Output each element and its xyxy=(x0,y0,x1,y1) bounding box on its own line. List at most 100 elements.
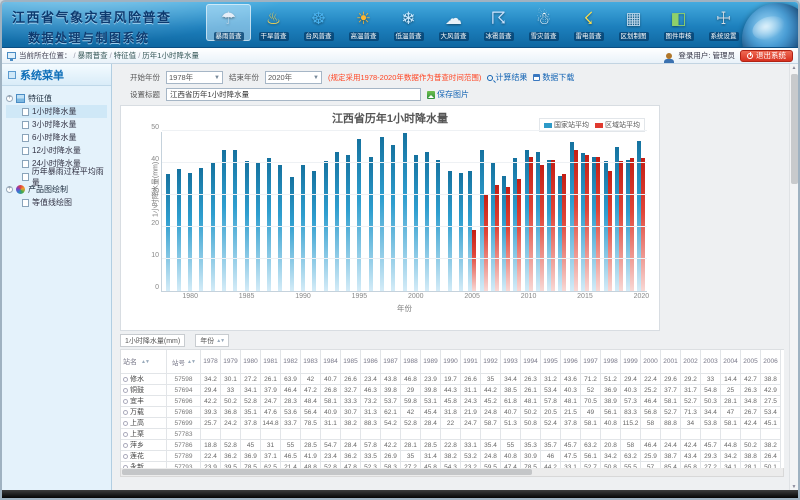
file-icon xyxy=(22,147,29,155)
sidebar-item[interactable]: 等值线绘图 xyxy=(6,196,107,209)
year-column-header: 1995 xyxy=(541,350,561,374)
sidebar-item[interactable]: 6小时降水量 xyxy=(6,131,107,144)
value-cell: 59.8 xyxy=(401,396,421,407)
year-column-header: 1996 xyxy=(561,350,581,374)
value-cell: 56.1 xyxy=(581,451,601,462)
breadcrumb-item[interactable]: 历年1小时降水量 xyxy=(142,51,199,60)
bar-regional-2007 xyxy=(495,185,499,291)
save-image-label: 保存图片 xyxy=(437,89,469,100)
bar-group-2018 xyxy=(613,132,624,291)
value-cell xyxy=(241,429,261,440)
row-radio-button[interactable] xyxy=(123,377,128,382)
breadcrumb-item[interactable]: 暴雨普查 xyxy=(78,51,108,60)
tree-group-0[interactable]: +特征值 xyxy=(6,92,107,105)
location-icon xyxy=(7,52,16,59)
row-radio-button[interactable] xyxy=(123,388,128,393)
toolbar-item-zoning-map[interactable]: ▦区划制图 xyxy=(611,4,656,41)
scroll-up-arrow[interactable]: ▲ xyxy=(790,64,798,73)
year-column-header: 1979 xyxy=(221,350,241,374)
row-radio-button[interactable] xyxy=(123,432,128,437)
year-sort-header[interactable]: 年份 ▲▼ xyxy=(195,334,229,347)
bar-group-1983 xyxy=(218,132,229,291)
value-cell: 31 xyxy=(261,440,281,451)
row-radio-button[interactable] xyxy=(123,443,128,448)
row-radio-button[interactable] xyxy=(123,410,128,415)
row-radio-button[interactable] xyxy=(123,421,128,426)
row-radio-button[interactable] xyxy=(123,399,128,404)
station-name-header[interactable]: 站名▲▼ xyxy=(121,350,167,374)
expand-icon[interactable]: + xyxy=(6,95,13,102)
zoning-map-icon: ▦ xyxy=(625,6,641,32)
gale-icon: ☁ xyxy=(445,6,462,32)
toolbar-item-map-review[interactable]: ◧图件审核 xyxy=(656,4,701,41)
gridline xyxy=(162,258,647,259)
station-code-header[interactable]: 站号▲▼ xyxy=(167,350,201,374)
calculate-button[interactable]: 计算结果 xyxy=(487,72,527,83)
table-row: 修水5759834.230.127.226.163.94240.726.623.… xyxy=(121,374,784,385)
toolbar-item-hail[interactable]: ☈冰雹普查 xyxy=(476,4,521,41)
value-cell: 71.2 xyxy=(581,374,601,385)
toolbar-item-low-temp[interactable]: ❄低温普查 xyxy=(386,4,431,41)
bar-regional-2008 xyxy=(506,187,510,291)
value-cell: 36.9 xyxy=(601,385,621,396)
save-image-button[interactable]: 保存图片 xyxy=(427,89,469,100)
v-scrollbar-thumb[interactable] xyxy=(791,74,798,184)
toolbar-item-snow[interactable]: ☃雪灾普查 xyxy=(521,4,566,41)
value-cell: 37.1 xyxy=(261,451,281,462)
row-radio-button[interactable] xyxy=(123,454,128,459)
value-cell: 28.4 xyxy=(421,418,441,429)
search-icon xyxy=(487,75,493,81)
file-icon xyxy=(22,121,29,129)
value-cell: 35.4 xyxy=(481,440,501,451)
value-cell: 26.9 xyxy=(381,451,401,462)
typhoon-icon: ☸ xyxy=(311,6,326,32)
bar-group-2012 xyxy=(546,132,557,291)
value-cell: 61.8 xyxy=(501,396,521,407)
table-row: 上栗57783 xyxy=(121,429,784,440)
drought-icon: ♨ xyxy=(266,6,281,32)
value-cell: 47.2 xyxy=(301,385,321,396)
download-button[interactable]: 数据下载 xyxy=(533,72,574,83)
chart-title-input[interactable] xyxy=(166,88,421,101)
value-cell: 23.4 xyxy=(321,451,341,462)
value-cell: 50.8 xyxy=(521,418,541,429)
h-scrollbar-thumb[interactable] xyxy=(122,469,532,475)
toolbar-item-gale[interactable]: ☁大风普查 xyxy=(431,4,476,41)
y-tick-label: 50 xyxy=(151,124,159,131)
value-cell: 42 xyxy=(301,374,321,385)
lightning-icon: ☇ xyxy=(584,6,594,32)
bar-regional-2017 xyxy=(608,171,612,291)
earth-graphic xyxy=(742,3,798,48)
logout-button[interactable]: 退出系统 xyxy=(740,50,793,62)
station-name: 萍乡 xyxy=(130,440,144,450)
toolbar-item-high-temp[interactable]: ☀高温普查 xyxy=(341,4,386,41)
disk-icon xyxy=(533,74,540,81)
end-year-select[interactable]: 2020年 ▼ xyxy=(265,71,322,84)
breadcrumb-item[interactable]: 特征值 xyxy=(114,51,137,60)
value-cell: 33.5 xyxy=(361,451,381,462)
sidebar-item[interactable]: 1小时降水量 xyxy=(6,105,107,118)
station-code-cell: 57789 xyxy=(167,451,201,462)
sidebar-item[interactable]: 3小时降水量 xyxy=(6,118,107,131)
bar-group-2016 xyxy=(591,132,602,291)
value-cell: 52.8 xyxy=(401,418,421,429)
value-cell: 26.6 xyxy=(341,374,361,385)
sidebar-item[interactable]: 历年暴雨过程平均雨量 xyxy=(6,170,107,183)
toolbar-item-drought[interactable]: ♨干旱普查 xyxy=(251,4,296,41)
expand-icon[interactable]: + xyxy=(6,186,13,193)
toolbar-item-label: 大风普查 xyxy=(439,32,469,41)
value-cell: 88.3 xyxy=(361,418,381,429)
chart-title-label: 设置标题 xyxy=(130,89,160,100)
toolbar-item-typhoon[interactable]: ☸台风普查 xyxy=(296,4,341,41)
station-name-cell: 铜鼓 xyxy=(121,385,167,396)
start-year-value: 1978年 xyxy=(169,72,193,83)
value-cell: 70.5 xyxy=(581,396,601,407)
sidebar-item[interactable]: 12小时降水量 xyxy=(6,144,107,157)
toolbar-item-settings[interactable]: ☩系统设置 xyxy=(701,4,746,41)
toolbar-item-rainstorm[interactable]: ☂暴雨普查 xyxy=(206,4,251,41)
start-year-select[interactable]: 1978年 ▼ xyxy=(166,71,223,84)
toolbar-item-lightning[interactable]: ☇雷电普查 xyxy=(566,4,611,41)
value-cell xyxy=(481,429,501,440)
value-cell: 34.2 xyxy=(201,374,221,385)
file-icon xyxy=(22,173,29,181)
